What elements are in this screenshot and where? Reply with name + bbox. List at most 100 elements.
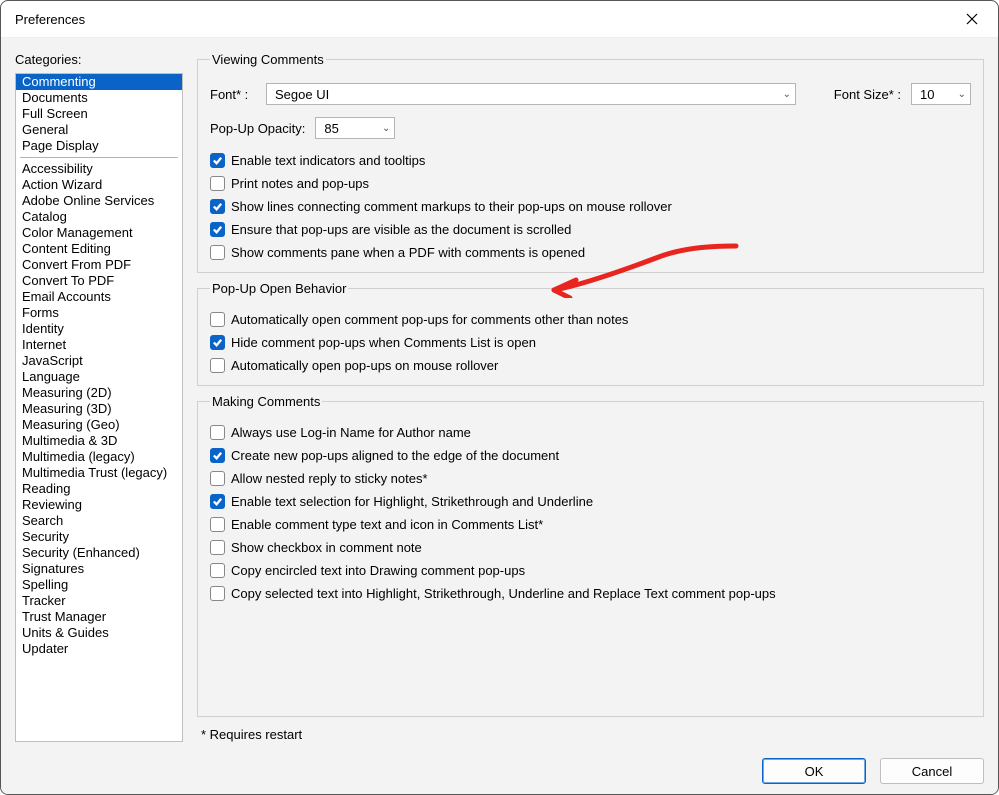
- category-item[interactable]: Trust Manager: [16, 609, 182, 625]
- checkbox[interactable]: [210, 199, 225, 214]
- option-row: Always use Log-in Name for Author name: [210, 425, 971, 440]
- checkbox[interactable]: [210, 153, 225, 168]
- checkbox[interactable]: [210, 312, 225, 327]
- category-item[interactable]: Content Editing: [16, 241, 182, 257]
- category-item[interactable]: Search: [16, 513, 182, 529]
- option-row: Copy selected text into Highlight, Strik…: [210, 586, 971, 601]
- option-row: Enable text indicators and tooltips: [210, 153, 971, 168]
- category-item[interactable]: Forms: [16, 305, 182, 321]
- checkbox[interactable]: [210, 540, 225, 555]
- popup-opacity-select[interactable]: 85 ⌄: [315, 117, 395, 139]
- font-size-select[interactable]: 10 ⌄: [911, 83, 971, 105]
- checkbox[interactable]: [210, 517, 225, 532]
- chevron-down-icon: ⌄: [958, 89, 966, 100]
- checkbox[interactable]: [210, 425, 225, 440]
- section-legend: Making Comments: [210, 394, 322, 409]
- option-label: Enable text indicators and tooltips: [231, 153, 425, 168]
- dialog-body: Categories: CommentingDocumentsFull Scre…: [1, 38, 998, 794]
- category-item[interactable]: Internet: [16, 337, 182, 353]
- ok-button[interactable]: OK: [762, 758, 866, 784]
- checkbox[interactable]: [210, 586, 225, 601]
- category-item[interactable]: Spelling: [16, 577, 182, 593]
- option-row: Print notes and pop-ups: [210, 176, 971, 191]
- category-item[interactable]: JavaScript: [16, 353, 182, 369]
- cancel-button[interactable]: Cancel: [880, 758, 984, 784]
- close-icon: [966, 13, 978, 25]
- option-label: Show lines connecting comment markups to…: [231, 199, 672, 214]
- category-item[interactable]: Convert To PDF: [16, 273, 182, 289]
- categories-label: Categories:: [15, 52, 183, 67]
- category-item[interactable]: Multimedia & 3D: [16, 433, 182, 449]
- section-legend: Pop-Up Open Behavior: [210, 281, 348, 296]
- category-item[interactable]: Security (Enhanced): [16, 545, 182, 561]
- option-label: Enable text selection for Highlight, Str…: [231, 494, 593, 509]
- section-popup-behavior: Pop-Up Open Behavior Automatically open …: [197, 281, 984, 386]
- option-label: Show comments pane when a PDF with comme…: [231, 245, 585, 260]
- settings-pane: Viewing Comments Font* : Segoe UI ⌄ Font…: [197, 52, 984, 742]
- category-item[interactable]: General: [16, 122, 182, 138]
- option-row: Hide comment pop-ups when Comments List …: [210, 335, 971, 350]
- chevron-down-icon: ⌄: [783, 89, 791, 100]
- checkbox[interactable]: [210, 494, 225, 509]
- category-item[interactable]: Identity: [16, 321, 182, 337]
- category-item[interactable]: Color Management: [16, 225, 182, 241]
- option-label: Allow nested reply to sticky notes*: [231, 471, 428, 486]
- category-item[interactable]: Measuring (2D): [16, 385, 182, 401]
- categories-list[interactable]: CommentingDocumentsFull ScreenGeneralPag…: [15, 73, 183, 742]
- category-item[interactable]: Multimedia (legacy): [16, 449, 182, 465]
- option-label: Show checkbox in comment note: [231, 540, 422, 555]
- category-item[interactable]: Security: [16, 529, 182, 545]
- font-size-label: Font Size* :: [822, 87, 901, 102]
- category-item[interactable]: Convert From PDF: [16, 257, 182, 273]
- category-item[interactable]: Units & Guides: [16, 625, 182, 641]
- option-row: Create new pop-ups aligned to the edge o…: [210, 448, 971, 463]
- category-item[interactable]: Reviewing: [16, 497, 182, 513]
- category-item[interactable]: Email Accounts: [16, 289, 182, 305]
- option-row: Automatically open comment pop-ups for c…: [210, 312, 971, 327]
- close-button[interactable]: [956, 7, 988, 31]
- checkbox[interactable]: [210, 335, 225, 350]
- option-row: Copy encircled text into Drawing comment…: [210, 563, 971, 578]
- category-item[interactable]: Documents: [16, 90, 182, 106]
- restart-note: * Requires restart: [197, 727, 984, 742]
- font-label: Font* :: [210, 87, 256, 102]
- checkbox[interactable]: [210, 471, 225, 486]
- category-item[interactable]: Language: [16, 369, 182, 385]
- option-row: Enable comment type text and icon in Com…: [210, 517, 971, 532]
- checkbox[interactable]: [210, 222, 225, 237]
- category-item[interactable]: Action Wizard: [16, 177, 182, 193]
- category-item[interactable]: Accessibility: [16, 161, 182, 177]
- category-item[interactable]: Commenting: [16, 74, 182, 90]
- window-title: Preferences: [15, 12, 85, 27]
- category-item[interactable]: Adobe Online Services: [16, 193, 182, 209]
- option-row: Enable text selection for Highlight, Str…: [210, 494, 971, 509]
- section-viewing-comments: Viewing Comments Font* : Segoe UI ⌄ Font…: [197, 52, 984, 273]
- checkbox[interactable]: [210, 176, 225, 191]
- option-label: Automatically open comment pop-ups for c…: [231, 312, 628, 327]
- font-select[interactable]: Segoe UI ⌄: [266, 83, 796, 105]
- section-legend: Viewing Comments: [210, 52, 326, 67]
- category-item[interactable]: Signatures: [16, 561, 182, 577]
- ok-button-label: OK: [805, 764, 824, 779]
- category-item[interactable]: Multimedia Trust (legacy): [16, 465, 182, 481]
- titlebar: Preferences: [1, 1, 998, 38]
- category-item[interactable]: Catalog: [16, 209, 182, 225]
- category-item[interactable]: Measuring (3D): [16, 401, 182, 417]
- cancel-button-label: Cancel: [912, 764, 952, 779]
- checkbox[interactable]: [210, 448, 225, 463]
- option-row: Automatically open pop-ups on mouse roll…: [210, 358, 971, 373]
- option-row: Show lines connecting comment markups to…: [210, 199, 971, 214]
- category-item[interactable]: Measuring (Geo): [16, 417, 182, 433]
- category-item[interactable]: Updater: [16, 641, 182, 657]
- option-label: Hide comment pop-ups when Comments List …: [231, 335, 536, 350]
- category-item[interactable]: Page Display: [16, 138, 182, 154]
- category-item[interactable]: Tracker: [16, 593, 182, 609]
- checkbox[interactable]: [210, 563, 225, 578]
- checkbox[interactable]: [210, 358, 225, 373]
- category-item[interactable]: Reading: [16, 481, 182, 497]
- option-label: Print notes and pop-ups: [231, 176, 369, 191]
- option-label: Always use Log-in Name for Author name: [231, 425, 471, 440]
- category-item[interactable]: Full Screen: [16, 106, 182, 122]
- option-label: Copy selected text into Highlight, Strik…: [231, 586, 776, 601]
- checkbox[interactable]: [210, 245, 225, 260]
